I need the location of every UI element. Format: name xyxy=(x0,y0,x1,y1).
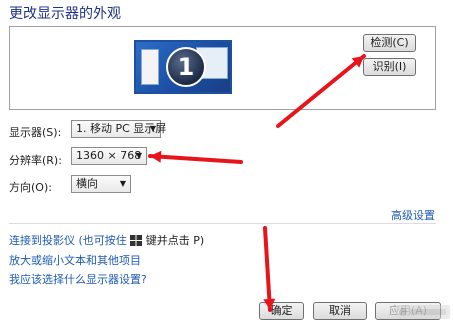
annotation-arrowhead xyxy=(263,298,276,310)
annotation-arrowhead xyxy=(150,150,162,163)
annotation-arrow-line xyxy=(263,226,272,312)
annotation-arrow-group xyxy=(148,54,366,312)
annotation-arrow-line xyxy=(148,154,243,164)
watermark-logo xyxy=(396,305,450,319)
annotation-arrow-line xyxy=(276,54,366,128)
annotation-arrows xyxy=(148,54,366,312)
